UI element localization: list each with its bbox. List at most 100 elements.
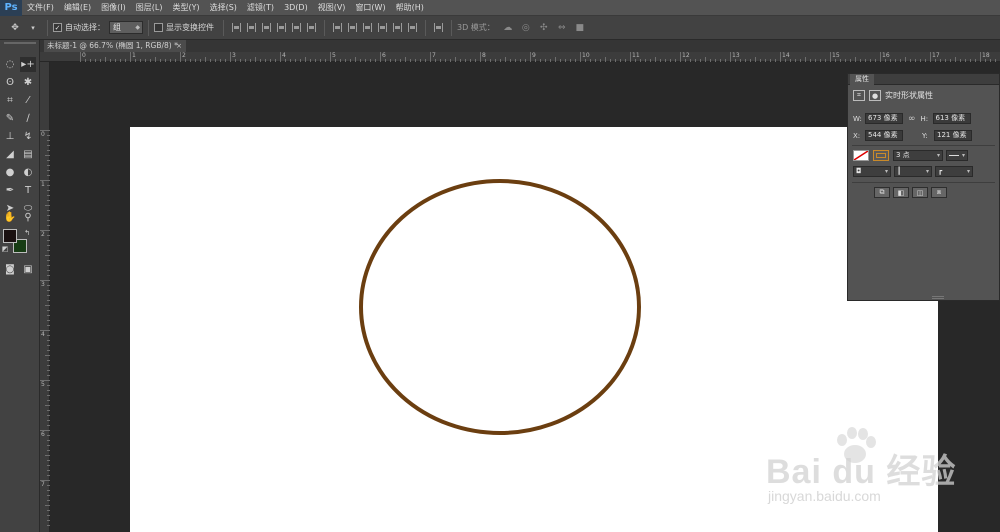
eraser-icon[interactable]: ◢ xyxy=(2,147,18,162)
brush-icon[interactable]: ∕ xyxy=(20,111,36,126)
3d-scale-icon[interactable]: ■ xyxy=(573,21,587,35)
stroke-type-dropdown[interactable] xyxy=(946,150,968,161)
ellipse-path[interactable] xyxy=(359,179,641,435)
screen-mode-icon[interactable]: ▣ xyxy=(20,262,36,277)
align-right-icon[interactable] xyxy=(307,23,316,32)
lasso-icon[interactable]: ʘ xyxy=(2,75,18,90)
hand-icon[interactable]: ✋ xyxy=(2,210,18,225)
y-field[interactable]: 121 像素 xyxy=(934,130,972,141)
menu-item[interactable]: 选择(S) xyxy=(205,0,242,16)
tool-preset-chevron-icon[interactable]: ▾ xyxy=(26,21,40,35)
properties-tab[interactable]: 属性 xyxy=(850,74,874,85)
3d-slide-icon[interactable]: ⇔ xyxy=(555,21,569,35)
distribute-right-icon[interactable] xyxy=(408,23,417,32)
document-tab[interactable]: 未标题-1 @ 66.7% (椭圆 1, RGB/8) * × xyxy=(44,40,186,52)
ruler-label: 12 xyxy=(682,52,690,59)
move-icon[interactable]: ▸+ xyxy=(20,57,36,72)
document-canvas[interactable] xyxy=(130,127,938,532)
ruler-label: 17 xyxy=(932,52,940,59)
menu-item[interactable]: 视图(V) xyxy=(313,0,351,16)
pen-icon[interactable]: ✒ xyxy=(2,183,18,198)
history-brush-icon[interactable]: ↯ xyxy=(20,129,36,144)
menu-item[interactable]: 图像(I) xyxy=(96,0,131,16)
blur-icon[interactable]: ● xyxy=(2,165,18,180)
distribute-hcenter-icon[interactable] xyxy=(393,23,402,32)
separator xyxy=(223,19,224,36)
align-bottom-icon[interactable] xyxy=(262,23,271,32)
link-icon[interactable]: ∞ xyxy=(908,114,916,124)
foreground-color-swatch[interactable] xyxy=(3,229,17,243)
3d-roll-icon[interactable]: ◎ xyxy=(519,21,533,35)
magic-wand-icon[interactable]: ✱ xyxy=(20,75,36,90)
show-transform-checkbox[interactable] xyxy=(154,23,163,32)
height-field[interactable]: 613 像素 xyxy=(932,113,971,124)
separator xyxy=(324,19,325,36)
stroke-width-field[interactable]: 3 点 xyxy=(893,150,943,161)
3d-drag-icon[interactable]: ✣ xyxy=(537,21,551,35)
stroke-corners-dropdown[interactable]: ┏ xyxy=(935,166,973,177)
stroke-align-dropdown[interactable]: ◘ xyxy=(853,166,891,177)
exclude-shape-icon[interactable]: ⧈ xyxy=(931,187,947,198)
ruler-label: 11 xyxy=(632,52,640,59)
menu-item[interactable]: 窗口(W) xyxy=(350,0,390,16)
auto-align-icon[interactable] xyxy=(434,23,443,32)
ruler-label: 3 xyxy=(41,281,45,288)
menu-item[interactable]: 类型(Y) xyxy=(167,0,204,16)
fill-swatch[interactable] xyxy=(853,150,869,161)
align-vcenter-icon[interactable] xyxy=(247,23,256,32)
stroke-caps-dropdown[interactable]: ┃ xyxy=(894,166,932,177)
gradient-icon[interactable]: ▤ xyxy=(20,147,36,162)
subtract-shape-icon[interactable]: ◧ xyxy=(893,187,909,198)
3d-rotate-icon[interactable]: ☁ xyxy=(501,21,515,35)
ellipse-shape[interactable] xyxy=(130,127,938,532)
move-tool-icon[interactable]: ✥ xyxy=(8,21,22,35)
distribute-left-icon[interactable] xyxy=(378,23,387,32)
stroke-swatch[interactable] xyxy=(873,150,889,161)
zoom-icon[interactable]: ⚲ xyxy=(20,210,36,225)
eyedropper-icon[interactable]: ⁄ xyxy=(20,93,36,108)
path-ops-row: ⧉ ◧ ◫ ⧈ xyxy=(874,187,950,198)
x-field[interactable]: 544 像素 xyxy=(865,130,903,141)
marquee-icon[interactable]: ◌ xyxy=(2,57,18,72)
align-hcenter-icon[interactable] xyxy=(292,23,301,32)
menu-item[interactable]: 帮助(H) xyxy=(391,0,429,16)
auto-select-dropdown[interactable]: 组 ◆ xyxy=(109,21,143,34)
menu-item[interactable]: 图层(L) xyxy=(131,0,168,16)
dodge-icon[interactable]: ◐ xyxy=(20,165,36,180)
app-logo: Ps xyxy=(0,0,22,16)
quick-mask-icon[interactable]: ◙ xyxy=(2,262,18,277)
distribute-vcenter-icon[interactable] xyxy=(348,23,357,32)
align-top-icon[interactable] xyxy=(232,23,241,32)
toolbar-grip[interactable] xyxy=(4,42,36,44)
type-icon[interactable]: T xyxy=(20,183,36,198)
swap-colors-icon[interactable]: ↰ xyxy=(22,228,32,238)
separator xyxy=(47,19,48,36)
intersect-shape-icon[interactable]: ◫ xyxy=(912,187,928,198)
clone-stamp-icon[interactable]: ⊥ xyxy=(2,129,18,144)
document-tab-bar: 未标题-1 @ 66.7% (椭圆 1, RGB/8) * × xyxy=(40,40,1000,52)
menu-item[interactable]: 3D(D) xyxy=(279,0,313,16)
panel-resize-grip[interactable] xyxy=(932,296,944,299)
distribute-bottom-icon[interactable] xyxy=(363,23,372,32)
ruler-label: 15 xyxy=(832,52,840,59)
menu-item[interactable]: 滤镜(T) xyxy=(242,0,279,16)
ruler-label: 9 xyxy=(532,52,536,59)
w-label: W: xyxy=(853,114,862,123)
healing-brush-icon[interactable]: ✎ xyxy=(2,111,18,126)
default-colors-icon[interactable]: ◩ xyxy=(0,244,10,254)
ruler-label: 7 xyxy=(432,52,436,59)
ruler-label: 4 xyxy=(41,331,45,338)
ruler-label: 5 xyxy=(41,381,45,388)
align-left-icon[interactable] xyxy=(277,23,286,32)
auto-select-checkbox[interactable]: ✓ xyxy=(53,23,62,32)
width-field[interactable]: 673 像素 xyxy=(865,113,903,124)
close-icon[interactable]: × xyxy=(176,40,182,52)
distribute-top-icon[interactable] xyxy=(333,23,342,32)
chevron-down-icon: ◆ xyxy=(135,24,140,31)
crop-icon[interactable]: ⌗ xyxy=(2,93,18,108)
combine-shapes-icon[interactable]: ⧉ xyxy=(874,187,890,198)
menu-item[interactable]: 编辑(E) xyxy=(59,0,96,16)
menu-item[interactable]: 文件(F) xyxy=(22,0,59,16)
ruler-label: 18 xyxy=(982,52,990,59)
tools-panel: ◌ ▸+ ʘ ✱ ⌗ ⁄ ✎ ∕ ⊥ ↯ ◢ ▤ ● ◐ ✒ T ➤ ⬭ ✋ ⚲… xyxy=(0,40,40,532)
